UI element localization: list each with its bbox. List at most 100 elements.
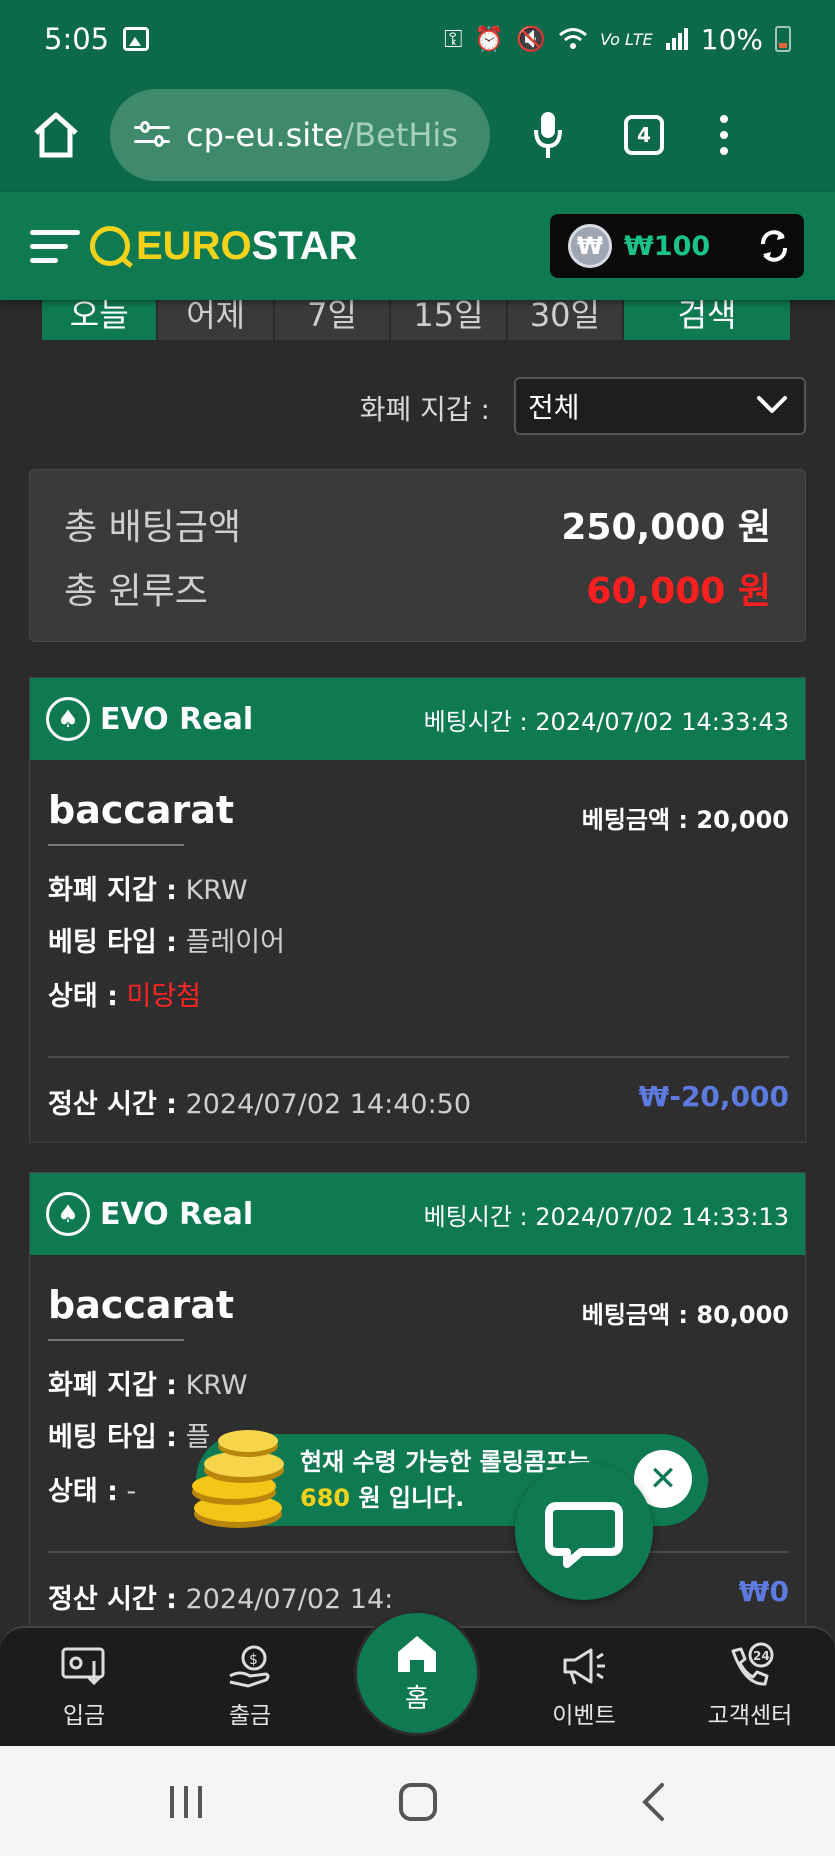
logo-mark-icon [90, 226, 130, 266]
nav-deposit-label: 입금 [62, 1703, 106, 1729]
wallet-label: 화폐 지갑 : [48, 875, 177, 906]
bet-type-field: 베팅 타입 : 플레이어 [48, 920, 285, 959]
refresh-icon[interactable] [756, 228, 792, 264]
nav-withdraw[interactable]: $ 출금 [190, 1636, 310, 1730]
logo-text-star: STAR [251, 223, 358, 268]
back-icon[interactable] [640, 1782, 666, 1822]
status-field: 상태 : - [48, 1469, 136, 1508]
bet-amount: 베팅금액 : 20,000 [581, 806, 789, 834]
url-text: cp-eu.site/BetHis [186, 116, 458, 154]
settle-time-value: 2024/07/02 14: [185, 1584, 394, 1615]
wallet-filter-value: 전체 [528, 391, 580, 424]
battery-icon [775, 26, 791, 52]
bet-type-value: 플레이어 [185, 927, 285, 958]
url-bar[interactable]: cp-eu.site/BetHis [110, 89, 490, 181]
status-time: 5:05 [44, 22, 110, 56]
divider [48, 1551, 789, 1553]
volte-icon: Vo LTE [600, 29, 653, 49]
wallet-filter-row: 화폐 지갑 : 전체 [0, 376, 835, 436]
nav-withdraw-label: 출금 [228, 1703, 272, 1729]
gallery-icon [123, 27, 150, 51]
bet-card-header: ♠ EVO Real 베팅시간 : 2024/07/02 14:33:43 [30, 678, 805, 760]
wifi-icon [559, 28, 588, 49]
chat-button[interactable] [515, 1462, 653, 1600]
nav-home[interactable]: 홈 [354, 1610, 480, 1736]
bottom-nav: 입금 $ 출금 홈 이벤트 24 고객센터 [0, 1610, 835, 1746]
total-winloss-label: 총 윈루즈 [64, 571, 208, 612]
settle-time-label: 정산 시간 : [48, 1089, 177, 1120]
wallet-label: 화폐 지갑 : [48, 1370, 177, 1401]
hamburger-menu-icon[interactable] [30, 224, 80, 268]
total-bet-value: 250,000 원 [561, 507, 771, 548]
bet-time: 베팅시간 : 2024/07/02 14:33:43 [423, 707, 789, 736]
wallet-field: 화폐 지갑 : KRW [48, 1363, 248, 1402]
gold-coins-icon [192, 1430, 284, 1528]
mute-icon: 🔇 [516, 25, 547, 53]
game-name: baccarat [48, 788, 235, 832]
popup-line2: 원 입니다. [358, 1484, 465, 1512]
provider-name: EVO Real [100, 701, 254, 737]
bet-card: ♠ EVO Real 베팅시간 : 2024/07/02 14:33:13 ba… [29, 1172, 806, 1638]
system-home-icon[interactable] [398, 1782, 438, 1822]
total-bet-label: 총 배팅금액 [64, 507, 242, 548]
status-value: 미당첨 [126, 981, 202, 1012]
bet-amount: 베팅금액 : 80,000 [581, 1301, 789, 1329]
won-coin-icon: ₩ [568, 224, 612, 268]
svg-text:$: $ [249, 1652, 258, 1668]
logo[interactable]: EUROSTAR [90, 224, 358, 269]
provider-name: EVO Real [100, 1196, 254, 1232]
url-path: /BetHis [343, 116, 458, 154]
total-winloss-value: 60,000 원 [586, 571, 771, 612]
browser-home-icon[interactable] [28, 107, 84, 163]
app-header: EUROSTAR ₩ ₩100 [0, 192, 835, 300]
recent-apps-icon[interactable] [166, 1784, 206, 1820]
home-icon [398, 1635, 436, 1672]
nav-support[interactable]: 24 고객센터 [690, 1636, 810, 1730]
deposit-icon [61, 1647, 105, 1686]
more-options-icon[interactable] [720, 115, 728, 155]
logo-text-euro: EURO [136, 223, 252, 268]
url-host: cp-eu.site [186, 116, 344, 154]
bet-result: ₩0 [738, 1575, 789, 1608]
vpn-key-icon: ⚿ [444, 25, 463, 53]
battery-level: 10% [700, 22, 763, 56]
status-field: 상태 : 미당첨 [48, 974, 201, 1013]
status-bar: 5:05 ⚿ ⏰ 🔇 Vo LTE 10% [0, 0, 835, 78]
svg-text:24: 24 [753, 1649, 770, 1663]
nav-events[interactable]: 이벤트 [524, 1636, 644, 1730]
chevron-down-icon [757, 396, 787, 413]
megaphone-icon [563, 1648, 605, 1685]
nav-support-label: 고객센터 [707, 1703, 793, 1729]
chat-bubble-icon [545, 1502, 623, 1568]
wallet-filter-select[interactable]: 전체 [514, 377, 806, 435]
system-nav-bar [0, 1746, 835, 1856]
alarm-icon: ⏰ [474, 25, 505, 53]
game-underline [48, 844, 184, 846]
bet-card-header: ♠ EVO Real 베팅시간 : 2024/07/02 14:33:13 [30, 1173, 805, 1255]
wallet-value: KRW [185, 1370, 248, 1401]
spade-chip-icon: ♠ [46, 697, 90, 741]
divider [48, 1056, 789, 1058]
balance-widget: ₩ ₩100 [550, 214, 804, 278]
spade-chip-icon: ♠ [46, 1192, 90, 1236]
support-24-icon: 24 [731, 1642, 774, 1686]
settle-time-field: 정산 시간 : 2024/07/02 14:40:50 [48, 1082, 471, 1121]
settle-time-label: 정산 시간 : [48, 1584, 177, 1615]
browser-toolbar: cp-eu.site/BetHis 4 [0, 78, 835, 192]
site-settings-icon[interactable] [134, 120, 170, 150]
status-label: 상태 : [48, 981, 118, 1012]
nav-deposit[interactable]: 입금 [24, 1636, 144, 1730]
nav-events-label: 이벤트 [552, 1703, 616, 1729]
game-underline [48, 1339, 184, 1341]
settle-time-field: 정산 시간 : 2024/07/02 14: [48, 1577, 393, 1616]
status-value: - [126, 1476, 137, 1507]
bet-result: ₩-20,000 [638, 1080, 789, 1113]
bet-summary-panel: 총 배팅금액 250,000 원 총 윈루즈 60,000 원 [29, 469, 806, 642]
signal-icon [665, 28, 688, 50]
wallet-filter-label: 화폐 지갑 : [359, 393, 490, 426]
tab-switcher-button[interactable]: 4 [624, 115, 664, 155]
nav-home-label: 홈 [405, 1683, 429, 1714]
wallet-value: KRW [185, 875, 248, 906]
microphone-icon[interactable] [534, 110, 562, 160]
bet-type-label: 베팅 타입 : [48, 1422, 177, 1453]
